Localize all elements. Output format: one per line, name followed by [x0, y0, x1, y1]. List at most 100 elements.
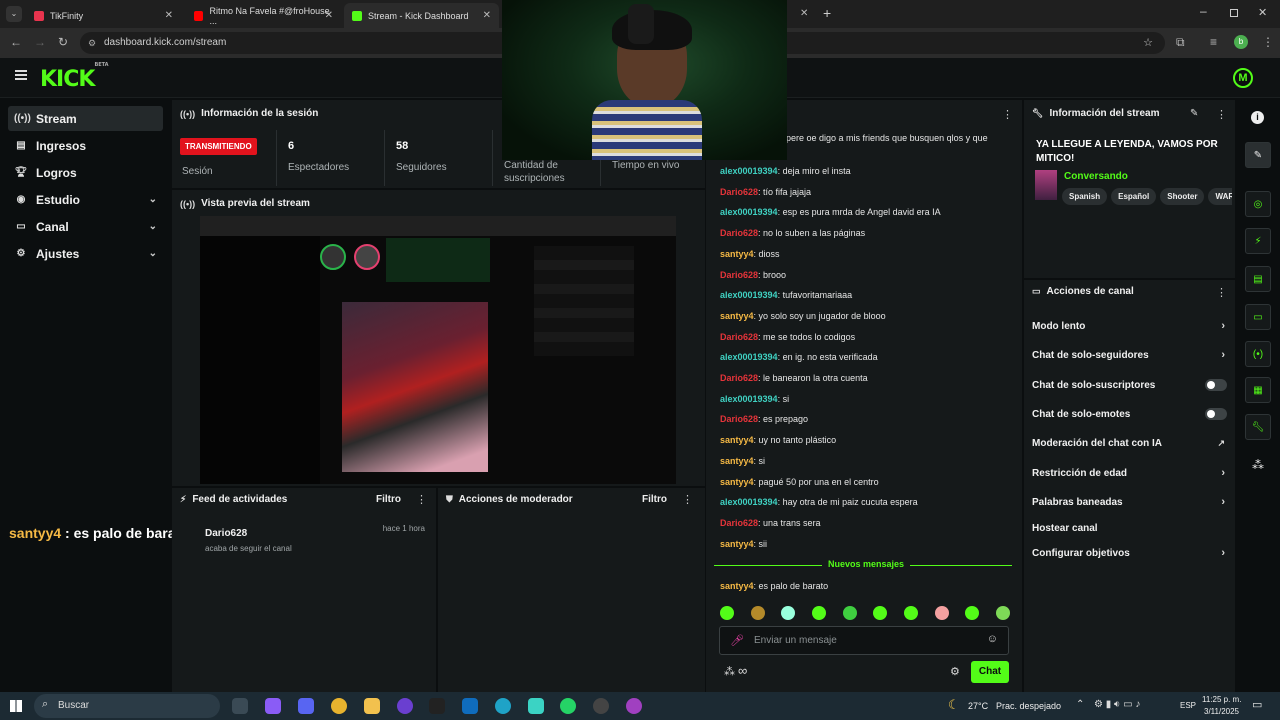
chat-username[interactable]: alex00019394 — [720, 497, 778, 507]
chat-username[interactable]: alex00019394 — [720, 207, 778, 217]
more-options-icon[interactable]: ⋮ — [682, 493, 693, 506]
weather-icon[interactable]: ☾ — [948, 697, 960, 713]
emote-icon[interactable] — [873, 606, 888, 620]
chat-username[interactable]: alex00019394 — [720, 394, 778, 404]
channel-action-emotes-only[interactable]: Chat de solo-emotes — [1032, 403, 1227, 425]
chat-username[interactable]: Dario628 — [720, 270, 758, 280]
sidebar-item-ingresos[interactable]: ▤ Ingresos — [8, 133, 163, 158]
kick-points-icon[interactable]: ⁂ — [724, 665, 735, 678]
tray-overflow-icon[interactable]: ⌃ — [1076, 699, 1084, 710]
extensions-icon[interactable]: ⧉ — [1176, 35, 1185, 50]
epic-games-icon[interactable] — [429, 698, 445, 714]
channel-action-banned-words[interactable]: Palabras baneadas › — [1032, 491, 1227, 513]
back-icon[interactable]: ← — [10, 35, 22, 49]
channel-action-slow-mode[interactable]: Modo lento › — [1032, 315, 1227, 337]
chat-username[interactable]: santyy4 — [720, 249, 754, 259]
subscribers-only-toggle[interactable] — [1205, 379, 1227, 391]
channel-action-age-restriction[interactable]: Restricción de edad › — [1032, 462, 1227, 484]
chat-username[interactable]: Dario628 — [720, 187, 758, 197]
rail-broadcast-button[interactable]: (•) — [1245, 341, 1271, 367]
task-view-icon[interactable] — [232, 698, 248, 714]
emote-icon[interactable] — [750, 606, 765, 620]
sidebar-item-logros[interactable]: 🏆︎ Logros — [8, 160, 163, 185]
browser-tab-tikfinity[interactable]: TikFinity ✕ — [26, 3, 181, 28]
media-icon[interactable]: ≡ — [1210, 35, 1217, 49]
chat-username[interactable]: santyy4 — [720, 477, 754, 487]
site-info-icon[interactable]: ⚙ — [88, 32, 96, 54]
sidebar-item-ajustes[interactable]: ⚙ Ajustes ⌄ — [8, 241, 163, 266]
chat-username[interactable]: santyy4 — [720, 581, 754, 591]
rail-lightning-button[interactable]: ⚡︎ — [1245, 228, 1271, 254]
file-explorer-icon[interactable] — [364, 698, 380, 714]
activity-user[interactable]: Dario628 — [205, 528, 247, 539]
chat-username[interactable]: Dario628 — [720, 414, 758, 424]
language-indicator[interactable]: ESP — [1180, 701, 1196, 710]
clock-time[interactable]: 11:25 p. m. — [1202, 695, 1241, 704]
chat-username[interactable]: alex00019394 — [720, 352, 778, 362]
info-icon[interactable]: i — [1251, 111, 1264, 124]
weather-temp[interactable]: 27°C — [968, 701, 988, 711]
close-icon[interactable]: ✕ — [165, 10, 173, 21]
restore-icon[interactable] — [1230, 9, 1238, 17]
filter-button[interactable]: Filtro — [376, 494, 401, 505]
reload-icon[interactable]: ↻ — [58, 35, 68, 49]
tray-icons[interactable]: ⚙ ▮ 🔉︎ ▭ ♪ — [1094, 699, 1140, 710]
chat-username[interactable]: Dario628 — [720, 228, 758, 238]
new-tab-icon[interactable]: + — [823, 5, 831, 21]
chat-username[interactable]: alex00019394 — [720, 290, 778, 300]
rail-tools-button[interactable]: 🔧︎ — [1245, 414, 1271, 440]
close-window-icon[interactable]: ✕ — [1258, 6, 1267, 19]
weather-text[interactable]: Prac. despejado — [996, 701, 1061, 711]
sidebar-item-canal[interactable]: ▭ Canal ⌄ — [8, 214, 163, 239]
chat-username[interactable]: Dario628 — [720, 518, 758, 528]
chrome-icon[interactable] — [331, 698, 347, 714]
chat-username[interactable]: Dario628 — [720, 332, 758, 342]
outlook-icon[interactable] — [462, 698, 478, 714]
app-icon[interactable] — [626, 698, 642, 714]
sidebar-item-estudio[interactable]: ◉ Estudio ⌄ — [8, 187, 163, 212]
sidebar-item-stream[interactable]: ((•)) Stream — [8, 106, 163, 131]
close-icon[interactable]: ✕ — [325, 10, 333, 21]
capcut-icon[interactable] — [528, 698, 544, 714]
channel-action-followers-only[interactable]: Chat de solo-seguidores › — [1032, 344, 1227, 366]
stream-video-preview[interactable] — [200, 216, 676, 484]
rail-clipboard-button[interactable]: ▤ — [1245, 266, 1271, 292]
user-avatar[interactable]: M — [1233, 68, 1253, 88]
chat-username[interactable]: santyy4 — [720, 435, 754, 445]
channel-action-subscribers-only[interactable]: Chat de solo-suscriptores — [1032, 374, 1227, 396]
browser-tab-youtube[interactable]: Ritmo Na Favela #@froHouse ... ✕ — [186, 3, 341, 28]
emote-icon[interactable] — [903, 606, 918, 620]
emote-icon[interactable] — [995, 606, 1010, 620]
filter-button[interactable]: Filtro — [642, 494, 667, 505]
kick-logo[interactable]: KICKBETA — [40, 62, 109, 92]
more-options-icon[interactable]: ⋮ — [1216, 108, 1227, 121]
tag[interactable]: Shooter — [1160, 188, 1205, 205]
tab-search-dropdown[interactable]: ⌄ — [6, 6, 22, 22]
channel-action-goals[interactable]: Configurar objetivos › — [1032, 542, 1227, 564]
tag[interactable]: Spanish — [1062, 188, 1108, 205]
emote-icon[interactable] — [842, 606, 857, 620]
emotes-only-toggle[interactable] — [1205, 408, 1227, 420]
menu-icon[interactable]: ⋮ — [1262, 35, 1274, 49]
taskbar-search[interactable]: ⌕ Buscar — [34, 694, 220, 718]
rail-chat-button[interactable]: ▭ — [1245, 304, 1271, 330]
rail-edit-button[interactable]: ✎ — [1245, 142, 1271, 168]
emote-icon[interactable] — [934, 606, 949, 620]
chat-username[interactable]: santyy4 — [720, 311, 754, 321]
chat-username[interactable]: santyy4 — [720, 539, 754, 549]
whatsapp-icon[interactable] — [560, 698, 576, 714]
chat-input[interactable]: 🎤︎ Enviar un mensaje ☺ — [719, 626, 1009, 655]
forward-icon[interactable]: → — [34, 35, 46, 49]
emote-icon[interactable] — [781, 606, 796, 620]
profile-avatar[interactable]: b — [1234, 35, 1248, 49]
app-icon[interactable] — [593, 698, 609, 714]
more-options-icon[interactable]: ⋮ — [416, 493, 427, 506]
microphone-icon[interactable]: 🎤︎ — [730, 634, 744, 647]
chat-settings-icon[interactable]: ⚙ — [950, 665, 960, 678]
rail-layout-button[interactable]: ▦ — [1245, 377, 1271, 403]
emoji-icon[interactable]: ☺ — [987, 633, 998, 645]
obs-icon[interactable] — [397, 698, 413, 714]
close-icon[interactable]: ✕ — [800, 8, 808, 19]
browser-tab-kick[interactable]: Stream - Kick Dashboard ✕ — [344, 3, 499, 28]
bookmark-star-icon[interactable]: ☆ — [1143, 32, 1153, 54]
